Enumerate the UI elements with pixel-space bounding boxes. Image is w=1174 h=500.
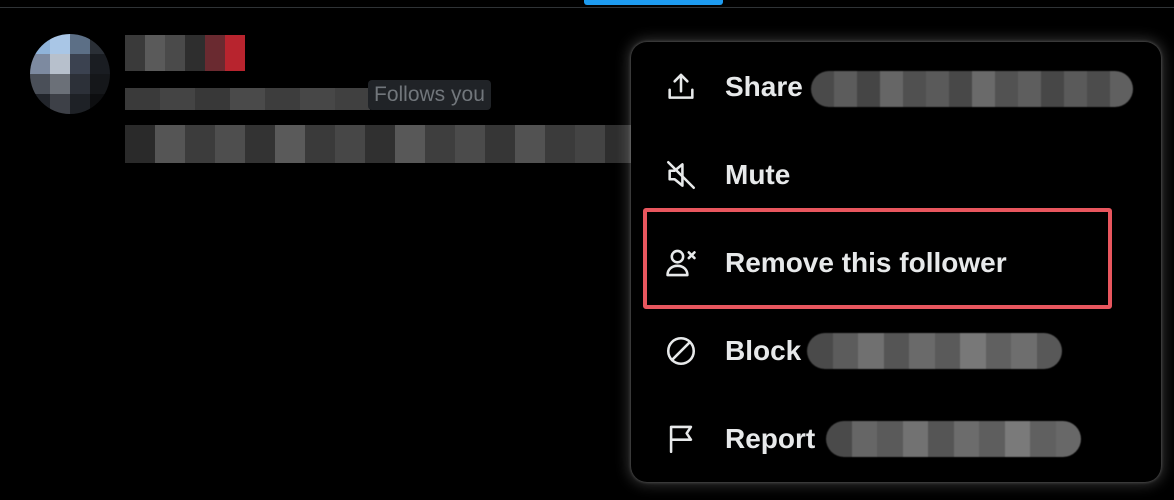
- redacted-display-name: [125, 35, 245, 71]
- mute-icon: [663, 157, 699, 193]
- redacted-handle: [125, 88, 370, 110]
- menu-item-label: Mute: [725, 159, 791, 190]
- redacted-text: [811, 71, 1133, 107]
- menu-item-mute[interactable]: Mute: [631, 131, 1161, 219]
- follower-row[interactable]: Follows you: [0, 20, 640, 180]
- share-icon: [663, 69, 699, 105]
- menu-item-report[interactable]: Report: [631, 395, 1161, 482]
- menu-item-share[interactable]: Share: [631, 43, 1161, 131]
- redacted-text: [807, 333, 1062, 369]
- menu-item-remove-follower[interactable]: Remove this follower: [631, 219, 1161, 307]
- top-divider: [0, 7, 1174, 8]
- menu-item-label: Block: [725, 335, 802, 366]
- remove-follower-icon: [663, 245, 699, 281]
- flag-icon: [663, 421, 699, 457]
- avatar[interactable]: [30, 34, 110, 114]
- menu-item-block[interactable]: Block: [631, 307, 1161, 395]
- follows-you-badge: Follows you: [368, 80, 491, 110]
- follower-actions-menu: Share Mute Remove this follower Block Re…: [631, 42, 1161, 482]
- menu-item-label: Report: [725, 423, 816, 454]
- screen: Follows you Share Mute Remove this follo…: [0, 0, 1174, 500]
- active-tab-indicator: [584, 0, 723, 5]
- block-icon: [663, 333, 699, 369]
- menu-item-label: Share: [725, 71, 803, 102]
- menu-item-label: Remove this follower: [725, 247, 1007, 278]
- redacted-bio: [125, 125, 635, 163]
- redacted-text: [826, 421, 1081, 457]
